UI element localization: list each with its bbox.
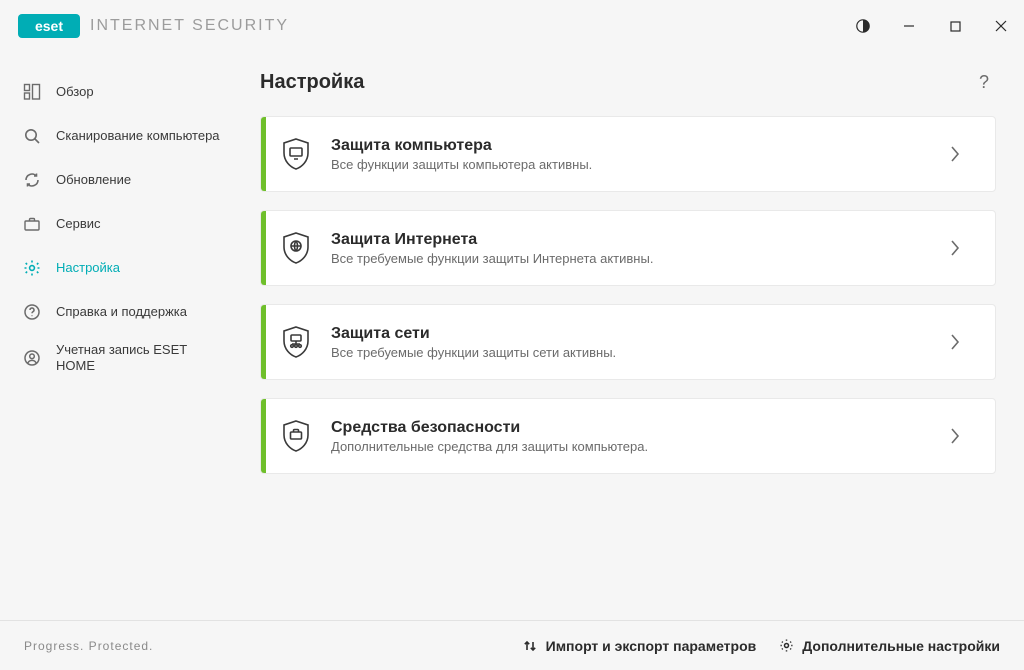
status-accent (261, 117, 266, 191)
page-title: Настройка (260, 71, 364, 94)
shield-toolbox-icon (261, 419, 331, 453)
user-icon (22, 348, 42, 368)
card-title: Средства безопасности (331, 419, 935, 437)
card-body: Средства безопасности Дополнительные сре… (331, 419, 935, 454)
maximize-button[interactable] (932, 0, 978, 52)
card-title: Защита сети (331, 325, 935, 343)
footer-actions: Импорт и экспорт параметров Дополнительн… (522, 638, 1000, 654)
chevron-right-icon (935, 332, 975, 352)
page-help-button[interactable]: ? (972, 70, 996, 94)
chevron-right-icon (935, 426, 975, 446)
tagline: Progress. Protected. (24, 639, 153, 653)
gear-icon (778, 638, 794, 654)
brand-badge: eset (18, 14, 80, 38)
refresh-icon (22, 170, 42, 190)
close-button[interactable] (978, 0, 1024, 52)
status-accent (261, 399, 266, 473)
status-accent (261, 211, 266, 285)
sidebar-item-scan[interactable]: Сканирование компьютера (0, 114, 232, 158)
sidebar-item-account[interactable]: Учетная запись ESET HOME (0, 334, 232, 383)
sidebar-item-label: Настройка (56, 260, 120, 276)
sidebar-item-label: Обновление (56, 172, 131, 188)
main: Настройка ? Защита компьютера Все функци… (232, 52, 1024, 620)
card-internet-protection[interactable]: Защита Интернета Все требуемые функции з… (260, 210, 996, 286)
sidebar-item-label: Сканирование компьютера (56, 128, 220, 144)
brand-product: INTERNET SECURITY (90, 17, 289, 35)
advanced-settings-label: Дополнительные настройки (802, 638, 1000, 654)
sidebar-item-overview[interactable]: Обзор (0, 70, 232, 114)
card-security-tools[interactable]: Средства безопасности Дополнительные сре… (260, 398, 996, 474)
contrast-toggle[interactable] (840, 0, 886, 52)
dashboard-icon (22, 82, 42, 102)
search-icon (22, 126, 42, 146)
title-bar: eset INTERNET SECURITY (0, 0, 1024, 52)
card-list: Защита компьютера Все функции защиты ком… (260, 116, 996, 474)
brand-logo: eset INTERNET SECURITY (18, 14, 289, 38)
import-export-button[interactable]: Импорт и экспорт параметров (522, 638, 757, 654)
import-export-label: Импорт и экспорт параметров (546, 638, 757, 654)
status-accent (261, 305, 266, 379)
card-network-protection[interactable]: Защита сети Все требуемые функции защиты… (260, 304, 996, 380)
minimize-button[interactable] (886, 0, 932, 52)
chevron-right-icon (935, 238, 975, 258)
chevron-right-icon (935, 144, 975, 164)
sidebar-item-tools[interactable]: Сервис (0, 202, 232, 246)
shield-globe-icon (261, 231, 331, 265)
card-body: Защита Интернета Все требуемые функции з… (331, 231, 935, 266)
card-body: Защита сети Все требуемые функции защиты… (331, 325, 935, 360)
sidebar-item-setup[interactable]: Настройка (0, 246, 232, 290)
footer: Progress. Protected. Импорт и экспорт па… (0, 620, 1024, 670)
card-subtitle: Дополнительные средства для защиты компь… (331, 439, 935, 454)
window-controls (840, 0, 1024, 52)
body: Обзор Сканирование компьютера Обнов (0, 52, 1024, 620)
nav: Обзор Сканирование компьютера Обнов (0, 70, 232, 383)
sidebar-item-label: Сервис (56, 216, 101, 232)
card-subtitle: Все функции защиты компьютера активны. (331, 157, 935, 172)
briefcase-icon (22, 214, 42, 234)
card-computer-protection[interactable]: Защита компьютера Все функции защиты ком… (260, 116, 996, 192)
sidebar-item-label: Учетная запись ESET HOME (56, 342, 222, 375)
sidebar-item-label: Обзор (56, 84, 94, 100)
sidebar-item-label: Справка и поддержка (56, 304, 187, 320)
card-title: Защита Интернета (331, 231, 935, 249)
shield-network-icon (261, 325, 331, 359)
page-header: Настройка ? (260, 70, 996, 94)
help-icon (22, 302, 42, 322)
advanced-settings-button[interactable]: Дополнительные настройки (778, 638, 1000, 654)
shield-monitor-icon (261, 137, 331, 171)
gear-icon (22, 258, 42, 278)
card-title: Защита компьютера (331, 137, 935, 155)
card-subtitle: Все требуемые функции защиты Интернета а… (331, 251, 935, 266)
sidebar: Обзор Сканирование компьютера Обнов (0, 52, 232, 620)
card-body: Защита компьютера Все функции защиты ком… (331, 137, 935, 172)
card-subtitle: Все требуемые функции защиты сети активн… (331, 345, 935, 360)
sidebar-item-help[interactable]: Справка и поддержка (0, 290, 232, 334)
sidebar-item-update[interactable]: Обновление (0, 158, 232, 202)
import-export-icon (522, 638, 538, 654)
